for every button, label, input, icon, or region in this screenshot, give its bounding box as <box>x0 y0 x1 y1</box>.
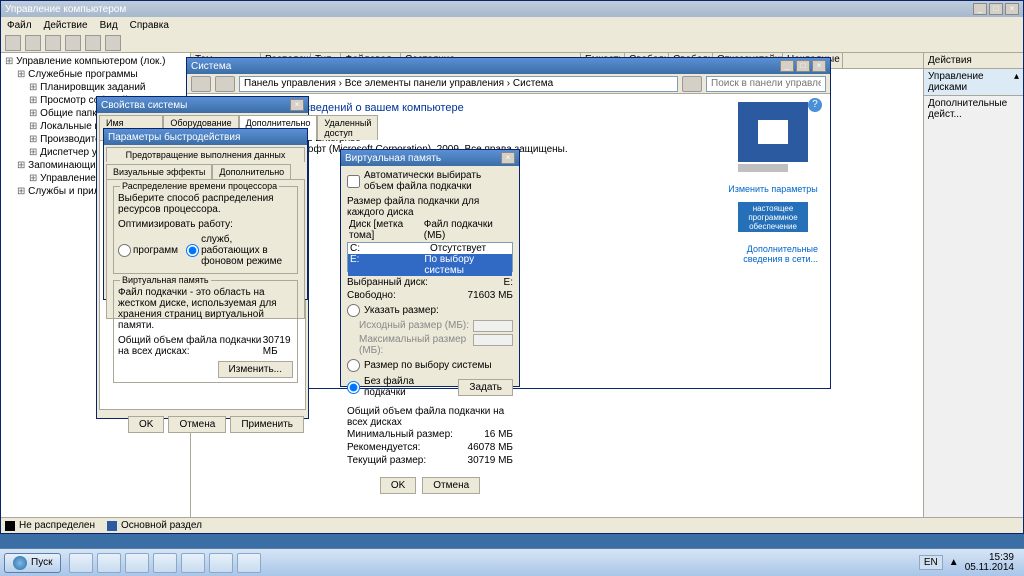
change-settings-link[interactable]: Изменить параметры <box>728 184 817 194</box>
start-orb-icon <box>13 556 27 570</box>
taskbar-app-icon[interactable] <box>209 553 233 573</box>
close-button[interactable]: × <box>1005 3 1019 15</box>
radio-custom-size[interactable]: Указать размер: <box>347 304 513 317</box>
help-icon[interactable] <box>105 35 121 51</box>
start-button[interactable]: Пуск <box>4 553 61 573</box>
actions-more[interactable]: Дополнительные дейст... <box>924 96 1023 122</box>
set-button[interactable]: Задать <box>458 379 513 396</box>
menu-help[interactable]: Справка <box>130 20 169 31</box>
genuine-badge: настоящее программное обеспечение Micros… <box>738 202 808 232</box>
tree-item[interactable]: Служебные программы <box>3 68 188 81</box>
maximize-button[interactable]: □ <box>796 60 810 72</box>
drive-list[interactable]: C:Отсутствует E:По выбору системы <box>347 242 513 272</box>
radio-no-paging[interactable]: Без файла подкачки <box>347 376 458 398</box>
more-info-link[interactable]: Дополнительные сведения в сети... <box>728 244 818 264</box>
tree-item[interactable]: Планировщик заданий <box>3 81 188 94</box>
cancel-button[interactable]: Отмена <box>422 477 480 494</box>
system-titlebar: Система _ □ × <box>187 58 830 74</box>
minimize-button[interactable]: _ <box>780 60 794 72</box>
tab-remote[interactable]: Удаленный доступ <box>317 115 378 140</box>
menu-action[interactable]: Действие <box>44 20 88 31</box>
menu-file[interactable]: Файл <box>7 20 32 31</box>
radio-system-managed[interactable]: Размер по выбору системы <box>347 359 513 372</box>
radio-programs[interactable]: программ <box>118 234 178 267</box>
vm-titlebar: Виртуальная память × <box>341 150 519 166</box>
change-button[interactable]: Изменить... <box>218 361 293 378</box>
taskbar: Пуск EN ▲ 15:39 05.11.2014 <box>0 548 1024 576</box>
taskbar-app-icon[interactable] <box>97 553 121 573</box>
main-title: Управление компьютером <box>5 4 973 15</box>
maximize-button[interactable]: □ <box>989 3 1003 15</box>
windows-logo-icon <box>738 102 808 162</box>
menubar: Файл Действие Вид Справка <box>1 17 1023 33</box>
legend-primary-icon <box>107 521 117 531</box>
taskbar-app-icon[interactable] <box>181 553 205 573</box>
forward-icon[interactable] <box>25 35 41 51</box>
refresh-icon[interactable] <box>682 76 702 92</box>
actions-sub[interactable]: Управление дисками▴ <box>924 69 1023 96</box>
clock[interactable]: 15:39 05.11.2014 <box>965 553 1014 573</box>
auto-manage-checkbox[interactable]: Автоматически выбирать объем файла подка… <box>347 170 513 192</box>
close-button[interactable]: × <box>501 152 515 164</box>
tab-visual-effects[interactable]: Визуальные эффекты <box>106 164 212 179</box>
minimize-button[interactable]: _ <box>973 3 987 15</box>
taskbar-app-icon[interactable] <box>237 553 261 573</box>
close-button[interactable]: × <box>290 99 304 111</box>
close-button[interactable]: × <box>812 60 826 72</box>
initial-size-input[interactable] <box>473 320 513 332</box>
system-nav: Панель управления › Все элементы панели … <box>187 74 830 94</box>
back-icon[interactable] <box>5 35 21 51</box>
perf-titlebar: Параметры быстродействия <box>104 129 307 145</box>
tray-icon[interactable]: ▲ <box>949 557 959 568</box>
address-bar[interactable]: Панель управления › Все элементы панели … <box>239 76 678 92</box>
taskbar-app-icon[interactable] <box>153 553 177 573</box>
tab-dep[interactable]: Предотвращение выполнения данных <box>106 147 305 162</box>
refresh-icon[interactable] <box>85 35 101 51</box>
system-title: Система <box>191 61 231 72</box>
taskbar-app-icon[interactable] <box>69 553 93 573</box>
apply-button[interactable]: Применить <box>230 416 304 433</box>
taskbar-app-icon[interactable] <box>125 553 149 573</box>
system-tray: EN ▲ 15:39 05.11.2014 <box>913 553 1020 573</box>
legend-unallocated-icon <box>5 521 15 531</box>
ok-button[interactable]: OK <box>380 477 416 494</box>
tree-root[interactable]: Управление компьютером (лок.) <box>3 55 188 68</box>
max-size-input[interactable] <box>473 334 513 346</box>
sysprop-titlebar: Свойства системы × <box>97 97 308 113</box>
actions-panel: Действия Управление дисками▴ Дополнитель… <box>923 53 1023 517</box>
nav-back-icon[interactable] <box>191 76 211 92</box>
language-indicator[interactable]: EN <box>919 555 943 570</box>
performance-options-dialog: Параметры быстродействия Предотвращение … <box>103 128 308 300</box>
nav-forward-icon[interactable] <box>215 76 235 92</box>
menu-view[interactable]: Вид <box>100 20 118 31</box>
help-icon[interactable]: ? <box>808 98 822 112</box>
main-titlebar: Управление компьютером _ □ × <box>1 1 1023 17</box>
status-bar: Не распределен Основной раздел <box>1 517 1023 533</box>
chevron-up-icon: ▴ <box>1014 71 1019 93</box>
search-input[interactable] <box>706 76 826 92</box>
cancel-button[interactable]: Отмена <box>168 416 226 433</box>
toolbar <box>1 33 1023 53</box>
tool-icon[interactable] <box>65 35 81 51</box>
virtual-memory-dialog: Виртуальная память × Автоматически выбир… <box>340 149 520 387</box>
ok-button[interactable]: OK <box>128 416 164 433</box>
actions-header: Действия <box>924 53 1023 69</box>
tab-advanced[interactable]: Дополнительно <box>212 164 291 179</box>
tool-icon[interactable] <box>45 35 61 51</box>
radio-services[interactable]: служб, работающих в фоновом режиме <box>186 234 293 267</box>
